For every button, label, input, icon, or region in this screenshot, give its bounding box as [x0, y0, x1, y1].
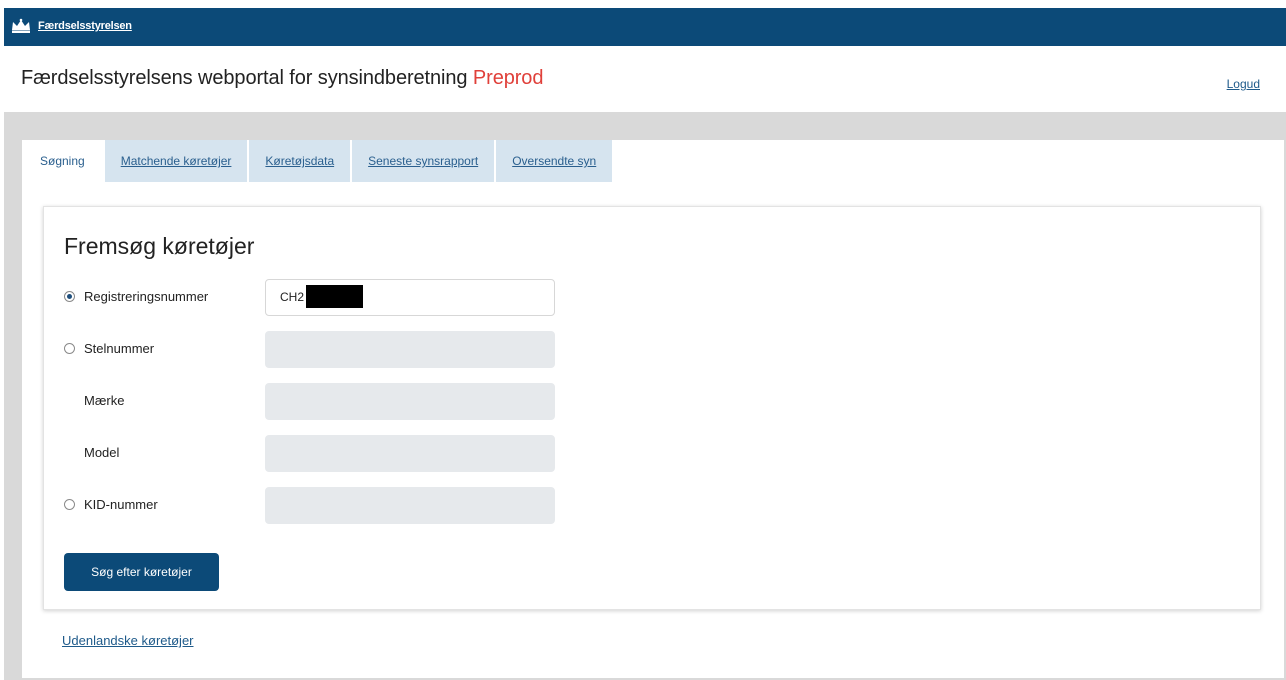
- tab-search[interactable]: Søgning: [22, 140, 105, 182]
- logout-link[interactable]: Logud: [1227, 77, 1260, 91]
- tab-matching-vehicles[interactable]: Matchende køretøjer: [104, 140, 250, 182]
- brand[interactable]: Færdselsstyrelsen: [10, 18, 132, 34]
- field-row-model: Model: [44, 435, 1260, 472]
- search-heading: Fremsøg køretøjer: [64, 233, 255, 259]
- chassis-input[interactable]: [265, 331, 555, 368]
- make-label: Mærke: [84, 393, 125, 408]
- title-bar: Færdselsstyrelsens webportal for synsind…: [4, 46, 1286, 112]
- top-bar: Færdselsstyrelsen: [4, 8, 1286, 46]
- kid-label: KID-nummer: [84, 497, 158, 512]
- tab-latest-inspection-report[interactable]: Seneste synsrapport: [352, 140, 497, 182]
- work-area: Søgning Matchende køretøjer Køretøjsdata…: [4, 112, 1286, 680]
- page-title-main: Færdselsstyrelsens webportal for synsind…: [21, 67, 468, 89]
- brand-name[interactable]: Færdselsstyrelsen: [38, 20, 132, 32]
- chassis-label: Stelnummer: [84, 341, 155, 356]
- field-row-registration: Registreringsnummer CH2: [44, 279, 1260, 316]
- search-vehicles-button[interactable]: Søg efter køretøjer: [64, 553, 219, 591]
- search-card: Fremsøg køretøjer Registreringsnummer CH…: [43, 206, 1261, 610]
- kid-input[interactable]: [265, 487, 555, 524]
- field-row-kid: KID-nummer: [44, 487, 1260, 524]
- environment-label: Preprod: [472, 67, 544, 89]
- page-title: Færdselsstyrelsens webportal for synsind…: [21, 67, 543, 90]
- registration-radio[interactable]: [64, 291, 75, 302]
- registration-label: Registreringsnummer: [84, 289, 209, 304]
- tab-submitted-inspections[interactable]: Oversendte syn: [496, 140, 615, 182]
- field-row-make: Mærke: [44, 383, 1260, 420]
- tab-panel: Søgning Matchende køretøjer Køretøjsdata…: [22, 140, 1284, 678]
- tab-bar: Søgning Matchende køretøjer Køretøjsdata…: [22, 140, 615, 182]
- registration-value: CH2: [280, 290, 305, 304]
- kid-radio[interactable]: [64, 499, 75, 510]
- crown-icon: [12, 18, 30, 33]
- tab-vehicle-data[interactable]: Køretøjsdata: [249, 140, 353, 182]
- registration-input[interactable]: CH2: [265, 279, 555, 316]
- model-input[interactable]: [265, 435, 555, 472]
- foreign-vehicles-link[interactable]: Udenlandske køretøjer: [62, 633, 194, 648]
- chassis-radio[interactable]: [64, 343, 75, 354]
- make-input[interactable]: [265, 383, 555, 420]
- field-row-chassis: Stelnummer: [44, 331, 1260, 368]
- model-label: Model: [84, 445, 120, 460]
- redaction-block: [306, 284, 364, 308]
